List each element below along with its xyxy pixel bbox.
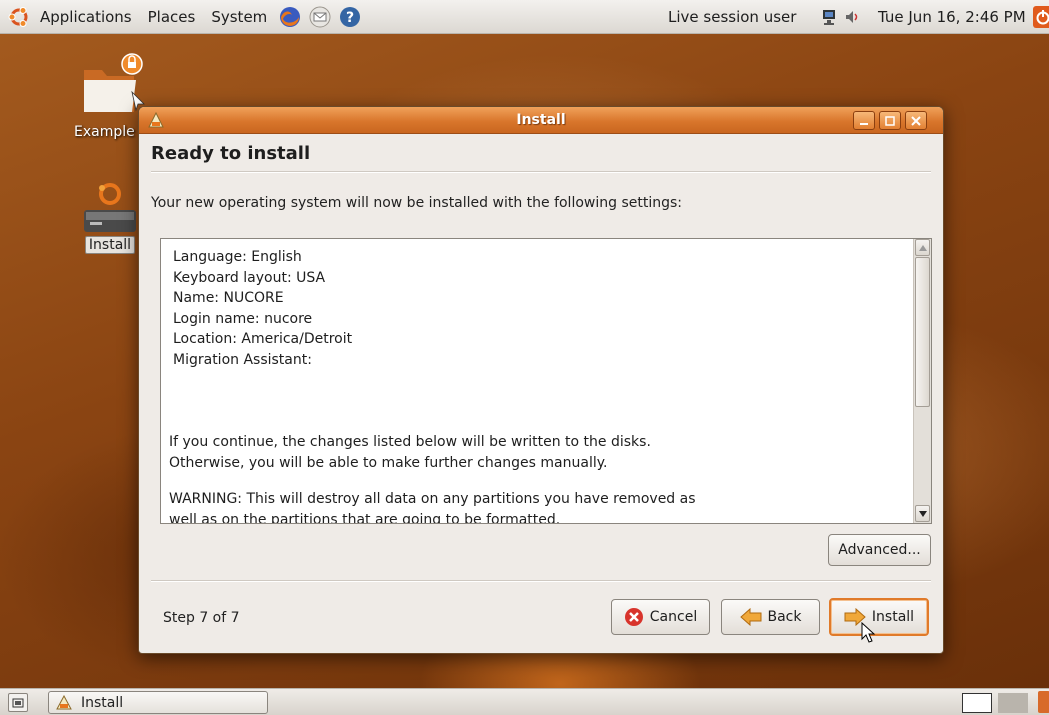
workspace-1[interactable] — [962, 693, 992, 713]
installer-icon — [56, 694, 72, 709]
warning-line: well as on the partitions that are going… — [169, 511, 561, 524]
divider — [151, 580, 931, 582]
cancel-label: Cancel — [649, 609, 698, 625]
cancel-icon — [624, 608, 643, 626]
minimize-icon — [860, 122, 868, 125]
system-tray — [820, 0, 862, 34]
network-icon[interactable] — [820, 8, 838, 26]
scroll-up-button[interactable] — [915, 239, 930, 256]
desktop-icon-install[interactable]: Install — [80, 178, 140, 254]
intro-text: Your new operating system will now be in… — [151, 195, 683, 211]
clock[interactable]: Tue Jun 16, 2:46 PM — [878, 0, 1026, 34]
workspace-2[interactable] — [998, 693, 1028, 713]
install-label: Install — [871, 609, 915, 625]
back-label: Back — [767, 609, 802, 625]
desktop-icon-label: Example — [74, 124, 135, 140]
mouse-cursor-icon — [861, 622, 876, 643]
trash-icon[interactable] — [1038, 691, 1049, 713]
warning-line: WARNING: This will destroy all data on a… — [169, 491, 696, 507]
svg-text:?: ? — [346, 10, 354, 26]
firefox-icon[interactable] — [278, 5, 302, 29]
summary-text: Language: English Keyboard layout: USA N… — [161, 239, 913, 523]
installer-drive-icon — [84, 183, 136, 232]
menu-system[interactable]: System — [203, 0, 275, 34]
scrollbar-thumb[interactable] — [915, 257, 930, 407]
arrow-down-icon — [918, 510, 927, 517]
show-desktop-button[interactable] — [8, 693, 28, 712]
taskbar-item-label: Install — [81, 694, 124, 711]
cancel-button[interactable]: Cancel — [611, 599, 710, 635]
maximize-button[interactable] — [879, 111, 901, 130]
setting-keyboard: Keyboard layout: USA — [173, 269, 326, 286]
page-title: Ready to install — [151, 143, 311, 164]
arrow-up-icon — [918, 244, 927, 251]
install-button[interactable]: Install — [829, 598, 929, 636]
maximize-icon — [885, 115, 895, 126]
setting-location: Location: America/Detroit — [173, 331, 353, 347]
close-button[interactable] — [905, 111, 927, 130]
window-title: Install — [516, 112, 566, 128]
step-indicator: Step 7 of 7 — [163, 610, 240, 626]
divider — [151, 171, 931, 173]
help-icon[interactable]: ? — [338, 5, 362, 29]
notice-line: If you continue, the changes listed belo… — [169, 434, 651, 450]
setting-login: Login name: nucore — [173, 310, 313, 327]
minimize-button[interactable] — [853, 111, 875, 130]
back-button[interactable]: Back — [721, 599, 820, 635]
ubuntu-logo-icon[interactable] — [8, 6, 30, 28]
mail-icon[interactable] — [308, 5, 332, 29]
install-window: Install Ready to install Your new operat… — [138, 106, 944, 654]
taskbar-item-install[interactable]: Install — [48, 691, 268, 714]
menu-applications[interactable]: Applications — [32, 0, 140, 34]
vertical-scrollbar[interactable] — [913, 239, 931, 523]
volume-icon[interactable] — [844, 8, 862, 26]
advanced-label: Advanced... — [838, 542, 921, 558]
shutdown-icon[interactable] — [1033, 6, 1049, 28]
setting-migration: Migration Assistant: — [173, 351, 312, 368]
menu-places[interactable]: Places — [140, 0, 204, 34]
user-menu[interactable]: Live session user — [668, 0, 796, 34]
arrow-left-icon — [739, 608, 761, 626]
top-panel: Applications Places System ? Live sessio… — [0, 0, 1049, 34]
desktop-icon-label: Install — [84, 236, 136, 254]
settings-summary[interactable]: Language: English Keyboard layout: USA N… — [160, 238, 932, 524]
window-titlebar[interactable]: Install — [139, 107, 943, 134]
scroll-down-button[interactable] — [915, 505, 930, 522]
bottom-panel: Install — [0, 688, 1049, 715]
close-icon — [911, 115, 921, 126]
show-desktop-icon — [12, 698, 24, 707]
advanced-button[interactable]: Advanced... — [828, 534, 931, 566]
setting-language: Language: English — [173, 249, 302, 265]
notice-line: Otherwise, you will be able to make furt… — [169, 454, 608, 471]
setting-name: Name: NUCORE — [173, 290, 284, 306]
